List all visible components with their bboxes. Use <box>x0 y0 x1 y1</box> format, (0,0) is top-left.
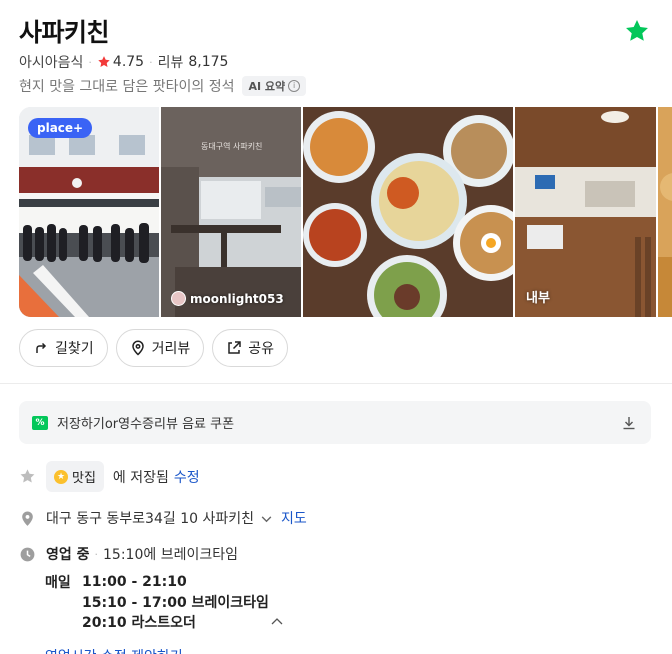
last-order: 20:10 라스트오더 <box>82 615 196 631</box>
dishes-image <box>303 107 513 317</box>
separator-dot: · <box>88 55 92 69</box>
favorite-star-icon[interactable] <box>624 18 650 44</box>
roadview-label: 거리뷰 <box>151 341 191 357</box>
photo-username: moonlight053 <box>190 291 284 306</box>
hours-detail: 매일 11:00 - 21:10 15:10 - 17:00 브레이크타임 20… <box>45 572 269 632</box>
map-link[interactable]: 지도 <box>281 508 307 528</box>
hours-line: 15:10 - 17:00 브레이크타임 <box>45 592 269 612</box>
partial-image <box>658 107 672 317</box>
roadview-button[interactable]: 거리뷰 <box>115 329 205 367</box>
break-time: 15:10 - 17:00 브레이크타임 <box>82 595 269 611</box>
open-status: 영업 중 <box>46 547 90 563</box>
coupon-banner[interactable]: % 저장하기or영수증리뷰 음료 쿠폰 <box>19 401 651 444</box>
description-text: 현지 맛을 그대로 담은 팟타이의 정석 <box>19 79 235 95</box>
avatar <box>171 291 186 306</box>
category-label: 아시아음식 <box>19 55 84 71</box>
separator-dot: · <box>94 547 99 561</box>
coupon-text: 저장하기or영수증리뷰 음료 쿠폰 <box>57 417 235 432</box>
interior-image <box>515 107 656 317</box>
separator-dot: · <box>149 55 153 69</box>
saved-list-name: 맛집 <box>72 471 96 486</box>
address-text[interactable]: 대구 동구 동부로34길 10 사파키친 <box>46 508 254 528</box>
download-icon[interactable] <box>621 415 637 431</box>
share-icon <box>228 341 242 354</box>
photo-interior[interactable]: 내부 <box>515 107 656 317</box>
rating-star-icon <box>98 56 110 67</box>
edit-saved-link[interactable]: 수정 <box>174 467 200 487</box>
directions-button[interactable]: 길찾기 <box>19 329 108 367</box>
saved-text: 에 저장됨 <box>112 469 169 486</box>
ai-summary-label: AI 요약 <box>248 80 286 93</box>
photo-carousel[interactable]: place+ 동대구역 사파키친 moonlight053 내부 <box>19 107 672 317</box>
hours-line: 매일 11:00 - 21:10 <box>45 572 269 592</box>
directions-label: 길찾기 <box>55 341 94 357</box>
action-bar: 길찾기 거리뷰 공유 <box>19 329 289 367</box>
hours-day: 매일 <box>45 575 71 591</box>
photo-entrance[interactable]: 동대구역 사파키친 moonlight053 <box>161 107 301 317</box>
photo-next-partial[interactable] <box>658 107 672 317</box>
place-title: 사파키친 <box>19 18 110 47</box>
directions-arrow-icon <box>36 342 47 353</box>
coupon-icon: % <box>32 415 48 430</box>
rating-value: 4.75 <box>112 54 145 70</box>
location-pin-icon <box>131 340 144 356</box>
saved-list-chip[interactable]: ★ 맛집 <box>46 461 104 492</box>
section-divider <box>0 383 672 384</box>
photo-user-tag[interactable]: moonlight053 <box>171 291 284 306</box>
hours-time: 11:00 - 21:10 <box>82 574 187 590</box>
photo-caption: 내부 <box>526 291 550 306</box>
address-row: 대구 동구 동부로34길 10 사파키친 지도 <box>19 508 307 528</box>
place-description: 현지 맛을 그대로 담은 팟타이의 정석 AI 요약 i <box>19 76 307 96</box>
next-status: 15:10에 브레이크타임 <box>103 547 238 563</box>
review-count[interactable]: 8,175 <box>188 54 228 70</box>
clock-icon <box>20 547 35 561</box>
place-plus-badge: place+ <box>28 118 93 138</box>
photo-storefront[interactable]: place+ <box>19 107 159 317</box>
list-star-icon: ★ <box>54 469 68 484</box>
chevron-up-icon[interactable] <box>270 616 284 626</box>
sign-text: 동대구역 사파키친 <box>201 141 262 151</box>
hours-line: 20:10 라스트오더 <box>45 612 269 632</box>
suggest-edit-link[interactable]: 영업시간 수정 제안하기 <box>45 646 183 654</box>
info-icon[interactable]: i <box>288 80 301 92</box>
review-label[interactable]: 리뷰 <box>158 52 184 72</box>
place-meta: 아시아음식 · 4.75 · 리뷰 8,175 <box>19 52 228 72</box>
share-label: 공유 <box>248 341 275 357</box>
photo-dishes[interactable] <box>303 107 513 317</box>
location-pin-icon <box>22 510 33 526</box>
star-outline-icon <box>20 469 35 483</box>
saved-row: ★ 맛집 에 저장됨 수정 <box>19 461 200 492</box>
storefront-image <box>19 107 159 317</box>
chevron-down-icon[interactable] <box>260 512 273 525</box>
ai-summary-badge[interactable]: AI 요약 i <box>242 76 307 96</box>
share-button[interactable]: 공유 <box>212 329 289 367</box>
entrance-image: 동대구역 사파키친 <box>161 107 301 317</box>
hours-row[interactable]: 영업 중 · 15:10에 브레이크타임 <box>19 544 238 564</box>
